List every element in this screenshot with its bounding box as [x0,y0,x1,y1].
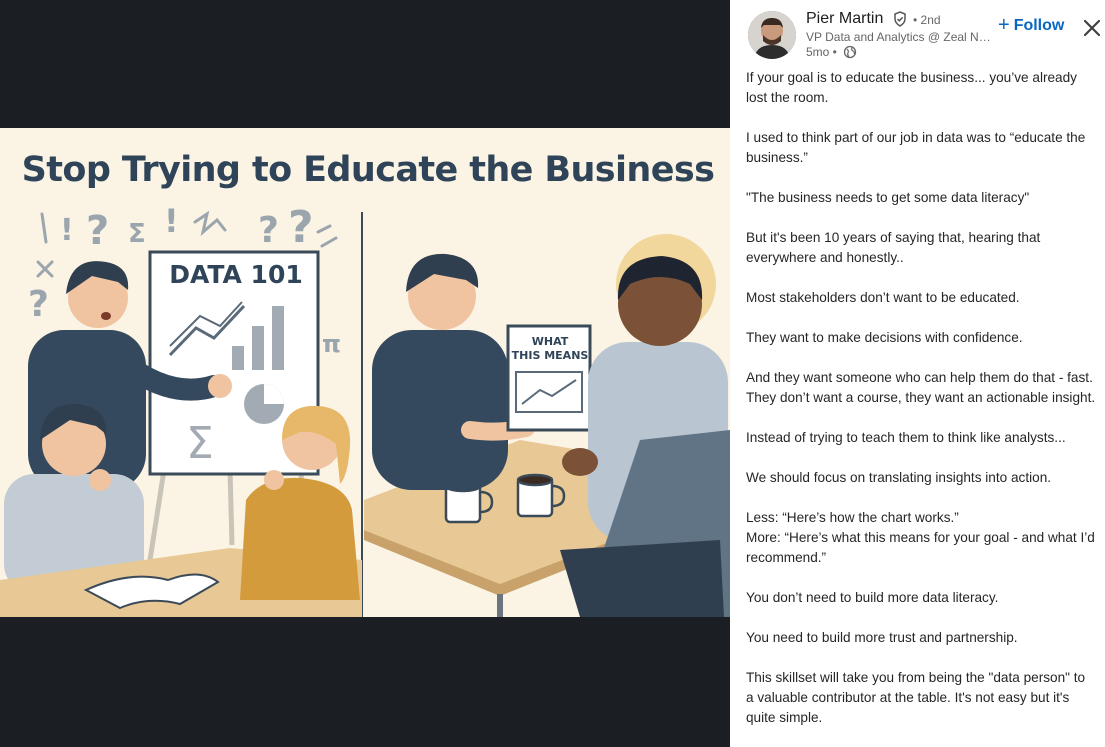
avatar[interactable] [748,11,796,59]
image-title: Stop Trying to Educate the Business [21,150,715,190]
plus-icon: + [998,14,1010,36]
close-icon[interactable] [1081,17,1103,39]
post-paragraph: You need to build more trust and partner… [746,630,1018,645]
card-text-line-2: THIS MEANS [511,349,589,362]
svg-text:Σ: Σ [186,418,214,469]
post-paragraph: If your goal is to educate the business.… [746,70,1077,105]
post-paragraph: "The business needs to get some data lit… [746,190,1030,205]
verified-icon [894,11,906,27]
post-time: 5mo • [806,45,837,59]
illustration: ? Σ ! ? ? ? π ! Σ [0,128,730,617]
svg-text:π: π [322,330,341,358]
follow-label: Follow [1013,17,1065,34]
globe-icon [843,45,857,59]
post-paragraph: They want to make decisions with confide… [746,330,1023,345]
post-body: If your goal is to educate the business.… [746,68,1096,747]
svg-text:!: ! [164,202,179,240]
svg-text:?: ? [288,202,314,253]
svg-text:?: ? [28,284,49,325]
post-paragraph: And they want someone who can help them … [746,370,1096,405]
card-text-line-1: WHAT [531,335,569,348]
post-panel: Pier Martin • 2nd VP Data and Analytics … [730,0,1105,747]
image-viewer: ? Σ ! ? ? ? π ! Σ Stop Trying to Educate… [0,0,730,747]
connection-degree: • 2nd [913,13,941,27]
board-text: DATA 101 [169,260,303,289]
post-paragraph: You don’t need to build more data litera… [746,590,999,605]
svg-text:?: ? [86,208,109,254]
author-headline: VP Data and Analytics @ Zeal Ne... [806,30,991,44]
post-paragraph: Instead of trying to teach them to think… [746,430,1066,445]
post-paragraph: More: “Here’s what this means for your g… [746,530,1095,565]
author-name[interactable]: Pier Martin [806,9,883,29]
follow-button[interactable]: + Follow [998,12,1064,40]
svg-text:!: ! [60,213,74,248]
avatar-photo [748,11,796,59]
svg-text:Σ: Σ [128,219,146,249]
post-paragraph: This skillset will take you from being t… [746,670,1086,725]
post-paragraph: Most stakeholders don’t want to be educa… [746,290,1020,305]
post-paragraph: I used to think part of our job in data … [746,130,1086,165]
post-paragraph: Less: “Here’s how the chart works.” [746,510,959,525]
post-paragraph: But it's been 10 years of saying that, h… [746,230,1041,265]
svg-text:?: ? [258,210,279,251]
post-paragraph: We should focus on translating insights … [746,470,1052,485]
post-image[interactable]: ? Σ ! ? ? ? π ! Σ Stop Trying to Educate… [0,128,730,617]
